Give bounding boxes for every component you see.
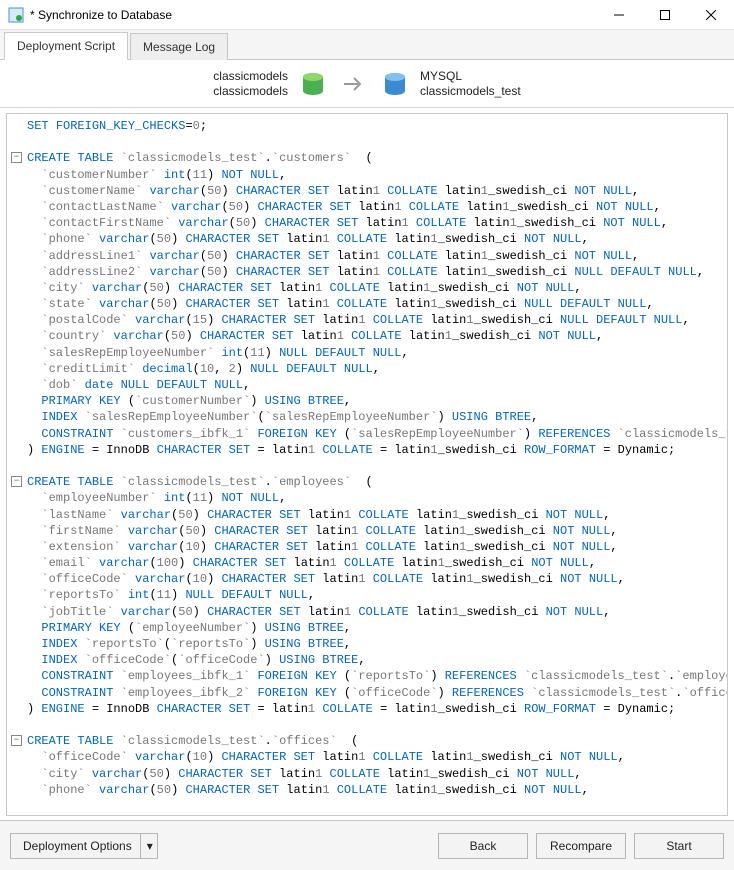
editor-area: SET FOREIGN_KEY_CHECKS=0; −CREATE TABLE …: [0, 109, 734, 820]
code-line: PRIMARY KEY (`customerNumber`) USING BTR…: [27, 393, 721, 409]
code-line: INDEX `reportsTo`(`reportsTo`) USING BTR…: [27, 636, 721, 652]
tab-label: Message Log: [143, 40, 215, 54]
code-line: −CREATE TABLE `classicmodels_test`.`empl…: [27, 474, 721, 490]
source-name: classicmodels: [213, 69, 288, 84]
button-label: Recompare: [550, 839, 612, 853]
database-icon: [382, 71, 408, 97]
code-line: `phone` varchar(50) CHARACTER SET latin1…: [27, 782, 721, 798]
button-label: Start: [666, 839, 691, 853]
minimize-button[interactable]: [596, 0, 642, 30]
code-line: `lastName` varchar(50) CHARACTER SET lat…: [27, 507, 721, 523]
code-line: `contactLastName` varchar(50) CHARACTER …: [27, 199, 721, 215]
code-line: `dob` date NULL DEFAULT NULL,: [27, 377, 721, 393]
code-line: `contactFirstName` varchar(50) CHARACTER…: [27, 215, 721, 231]
button-label: Deployment Options: [23, 839, 132, 853]
maximize-button[interactable]: [642, 0, 688, 30]
tab-message-log[interactable]: Message Log: [130, 33, 228, 60]
code-line: `addressLine2` varchar(50) CHARACTER SET…: [27, 264, 721, 280]
back-button[interactable]: Back: [438, 833, 528, 859]
code-line: `salesRepEmployeeNumber` int(11) NULL DE…: [27, 345, 721, 361]
code-line: PRIMARY KEY (`employeeNumber`) USING BTR…: [27, 620, 721, 636]
code-line: `firstName` varchar(50) CHARACTER SET la…: [27, 523, 721, 539]
target-schema: classicmodels_test: [420, 84, 521, 99]
button-label: Back: [470, 839, 497, 853]
code-line: −CREATE TABLE `classicmodels_test`.`offi…: [27, 733, 721, 749]
code-line: ) ENGINE = InnoDB CHARACTER SET = latin1…: [27, 701, 721, 717]
code-line: `customerNumber` int(11) NOT NULL,: [27, 167, 721, 183]
dropdown-caret-icon: ▾: [140, 834, 153, 858]
sql-editor[interactable]: SET FOREIGN_KEY_CHECKS=0; −CREATE TABLE …: [6, 113, 728, 816]
code-line: [27, 458, 721, 474]
code-line: ) ENGINE = InnoDB CHARACTER SET = latin1…: [27, 442, 721, 458]
code-line: INDEX `officeCode`(`officeCode`) USING B…: [27, 652, 721, 668]
window-title: * Synchronize to Database: [30, 8, 172, 22]
code-line: `state` varchar(50) CHARACTER SET latin1…: [27, 296, 721, 312]
target-name: MYSQL: [420, 69, 521, 84]
sync-target: MYSQL classicmodels_test: [382, 69, 521, 99]
code-line: `officeCode` varchar(10) CHARACTER SET l…: [27, 749, 721, 765]
code-line: `postalCode` varchar(15) CHARACTER SET l…: [27, 312, 721, 328]
arrow-right-icon: [344, 76, 364, 92]
code-line: `jobTitle` varchar(50) CHARACTER SET lat…: [27, 604, 721, 620]
code-line: `city` varchar(50) CHARACTER SET latin1 …: [27, 766, 721, 782]
sync-header: classicmodels classicmodels MYSQL classi…: [0, 60, 734, 108]
code-line: `reportsTo` int(11) NULL DEFAULT NULL,: [27, 587, 721, 603]
code-line: `employeeNumber` int(11) NOT NULL,: [27, 490, 721, 506]
code-line: `city` varchar(50) CHARACTER SET latin1 …: [27, 280, 721, 296]
code-line: −CREATE TABLE `classicmodels_test`.`cust…: [27, 150, 721, 166]
fold-toggle-icon[interactable]: −: [11, 152, 22, 163]
code-line: [27, 134, 721, 150]
sync-source: classicmodels classicmodels: [213, 69, 326, 99]
code-line: CONSTRAINT `employees_ibfk_1` FOREIGN KE…: [27, 668, 721, 684]
start-button[interactable]: Start: [634, 833, 724, 859]
database-icon: [300, 71, 326, 97]
tab-deployment-script[interactable]: Deployment Script: [4, 32, 128, 60]
footer-bar: Deployment Options ▾ Back Recompare Star…: [0, 820, 734, 870]
tab-bar: Deployment Script Message Log: [0, 30, 734, 60]
code-line: `addressLine1` varchar(50) CHARACTER SET…: [27, 248, 721, 264]
deployment-options-button[interactable]: Deployment Options ▾: [10, 833, 158, 859]
code-line: INDEX `salesRepEmployeeNumber`(`salesRep…: [27, 409, 721, 425]
fold-toggle-icon[interactable]: −: [11, 735, 22, 746]
code-line: `email` varchar(100) CHARACTER SET latin…: [27, 555, 721, 571]
tab-label: Deployment Script: [17, 39, 115, 53]
code-line: `extension` varchar(10) CHARACTER SET la…: [27, 539, 721, 555]
code-line: `customerName` varchar(50) CHARACTER SET…: [27, 183, 721, 199]
code-line: `phone` varchar(50) CHARACTER SET latin1…: [27, 231, 721, 247]
code-line: CONSTRAINT `customers_ibfk_1` FOREIGN KE…: [27, 426, 721, 442]
code-line: `officeCode` varchar(10) CHARACTER SET l…: [27, 571, 721, 587]
source-schema: classicmodels: [213, 84, 288, 99]
fold-toggle-icon[interactable]: −: [11, 476, 22, 487]
code-line: [27, 717, 721, 733]
app-icon: [8, 7, 24, 23]
title-bar: * Synchronize to Database: [0, 0, 734, 30]
code-line: SET FOREIGN_KEY_CHECKS=0;: [27, 118, 721, 134]
close-button[interactable]: [688, 0, 734, 30]
recompare-button[interactable]: Recompare: [536, 833, 626, 859]
code-line: `creditLimit` decimal(10, 2) NULL DEFAUL…: [27, 361, 721, 377]
code-line: CONSTRAINT `employees_ibfk_2` FOREIGN KE…: [27, 685, 721, 701]
code-line: `country` varchar(50) CHARACTER SET lati…: [27, 328, 721, 344]
